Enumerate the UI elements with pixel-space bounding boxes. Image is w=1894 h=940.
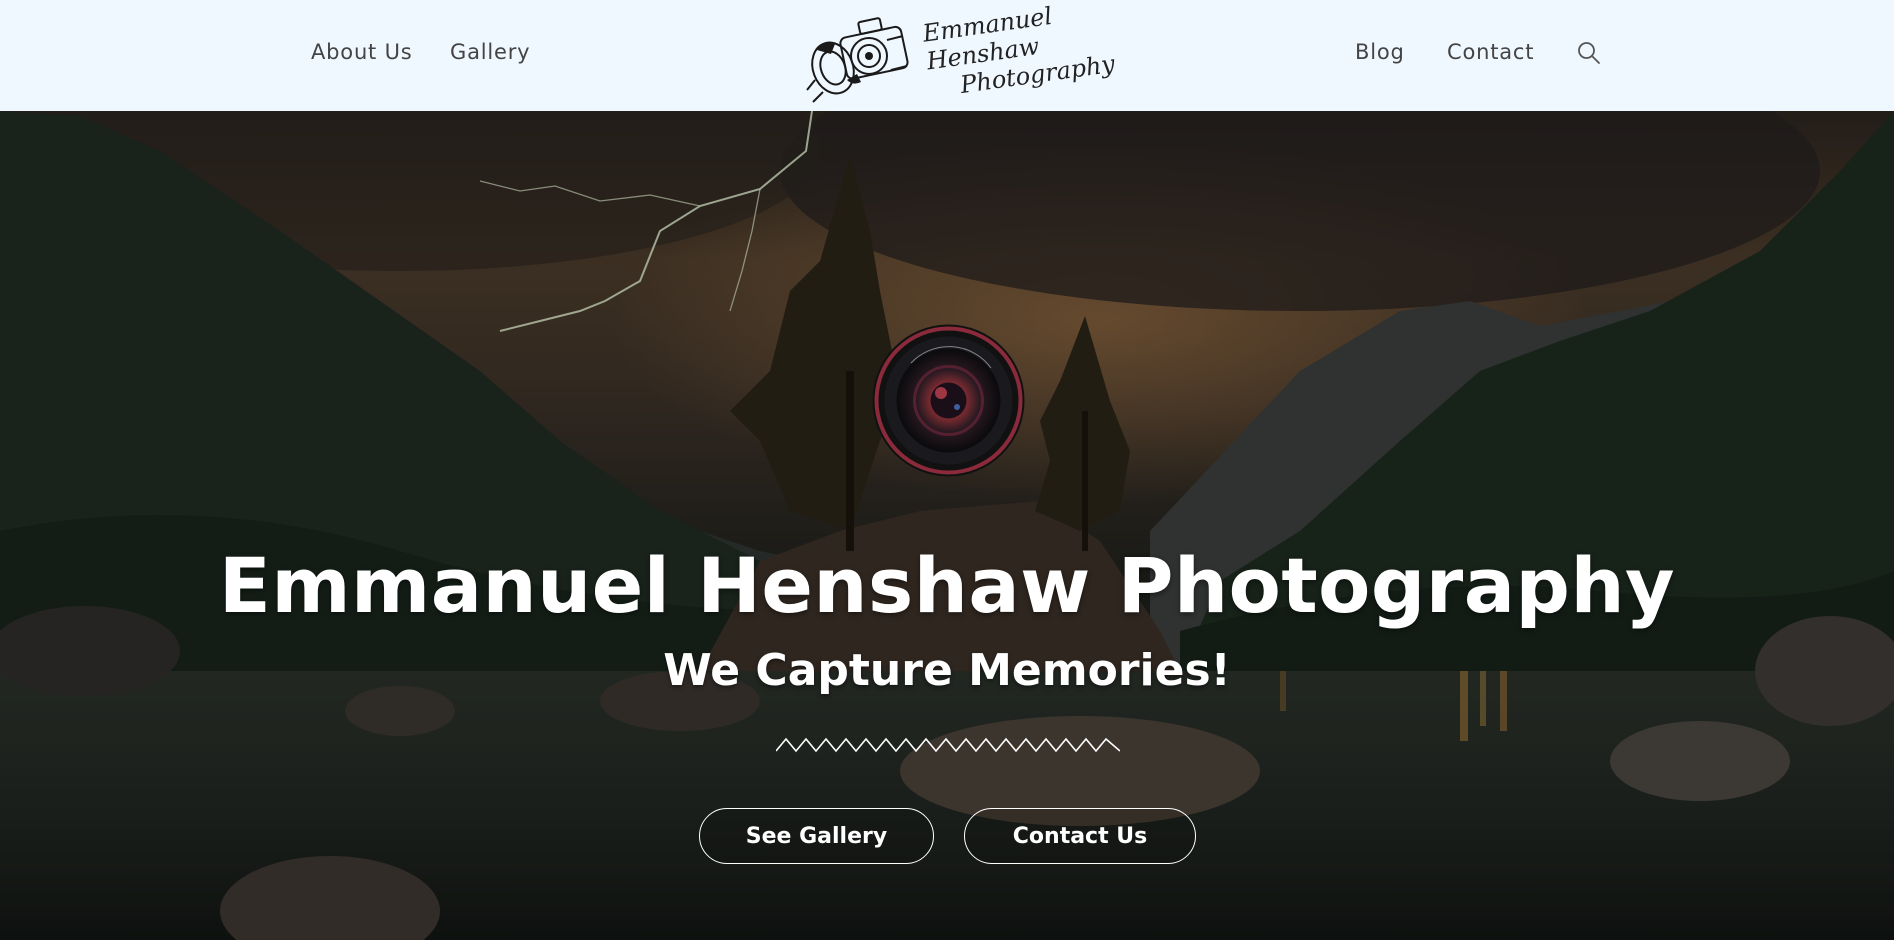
- hero-section: Emmanuel Henshaw Photography We Capture …: [0, 111, 1894, 940]
- hero-subtitle: We Capture Memories!: [663, 645, 1231, 696]
- logo-wordmark: Emmanuel Henshaw Photography: [921, 0, 1117, 103]
- site-header: About Us Gallery Emmanuel Henshaw Photog: [0, 0, 1894, 111]
- nav-contact[interactable]: Contact: [1447, 40, 1534, 64]
- hero-overlay: [0, 111, 1894, 940]
- camera-lens-icon: [872, 324, 1025, 477]
- nav-about-us[interactable]: About Us: [311, 40, 412, 64]
- nav-blog[interactable]: Blog: [1355, 40, 1405, 64]
- search-icon: [1578, 42, 1600, 64]
- search-button[interactable]: [1576, 40, 1602, 66]
- contact-us-button[interactable]: Contact Us: [964, 808, 1196, 864]
- see-gallery-button[interactable]: See Gallery: [699, 808, 934, 864]
- zigzag-divider: [776, 737, 1120, 753]
- nav-gallery[interactable]: Gallery: [450, 40, 530, 64]
- hero-title: Emmanuel Henshaw Photography: [218, 541, 1676, 630]
- camera-icon: [806, 17, 909, 103]
- site-logo[interactable]: Emmanuel Henshaw Photography: [803, 2, 1117, 105]
